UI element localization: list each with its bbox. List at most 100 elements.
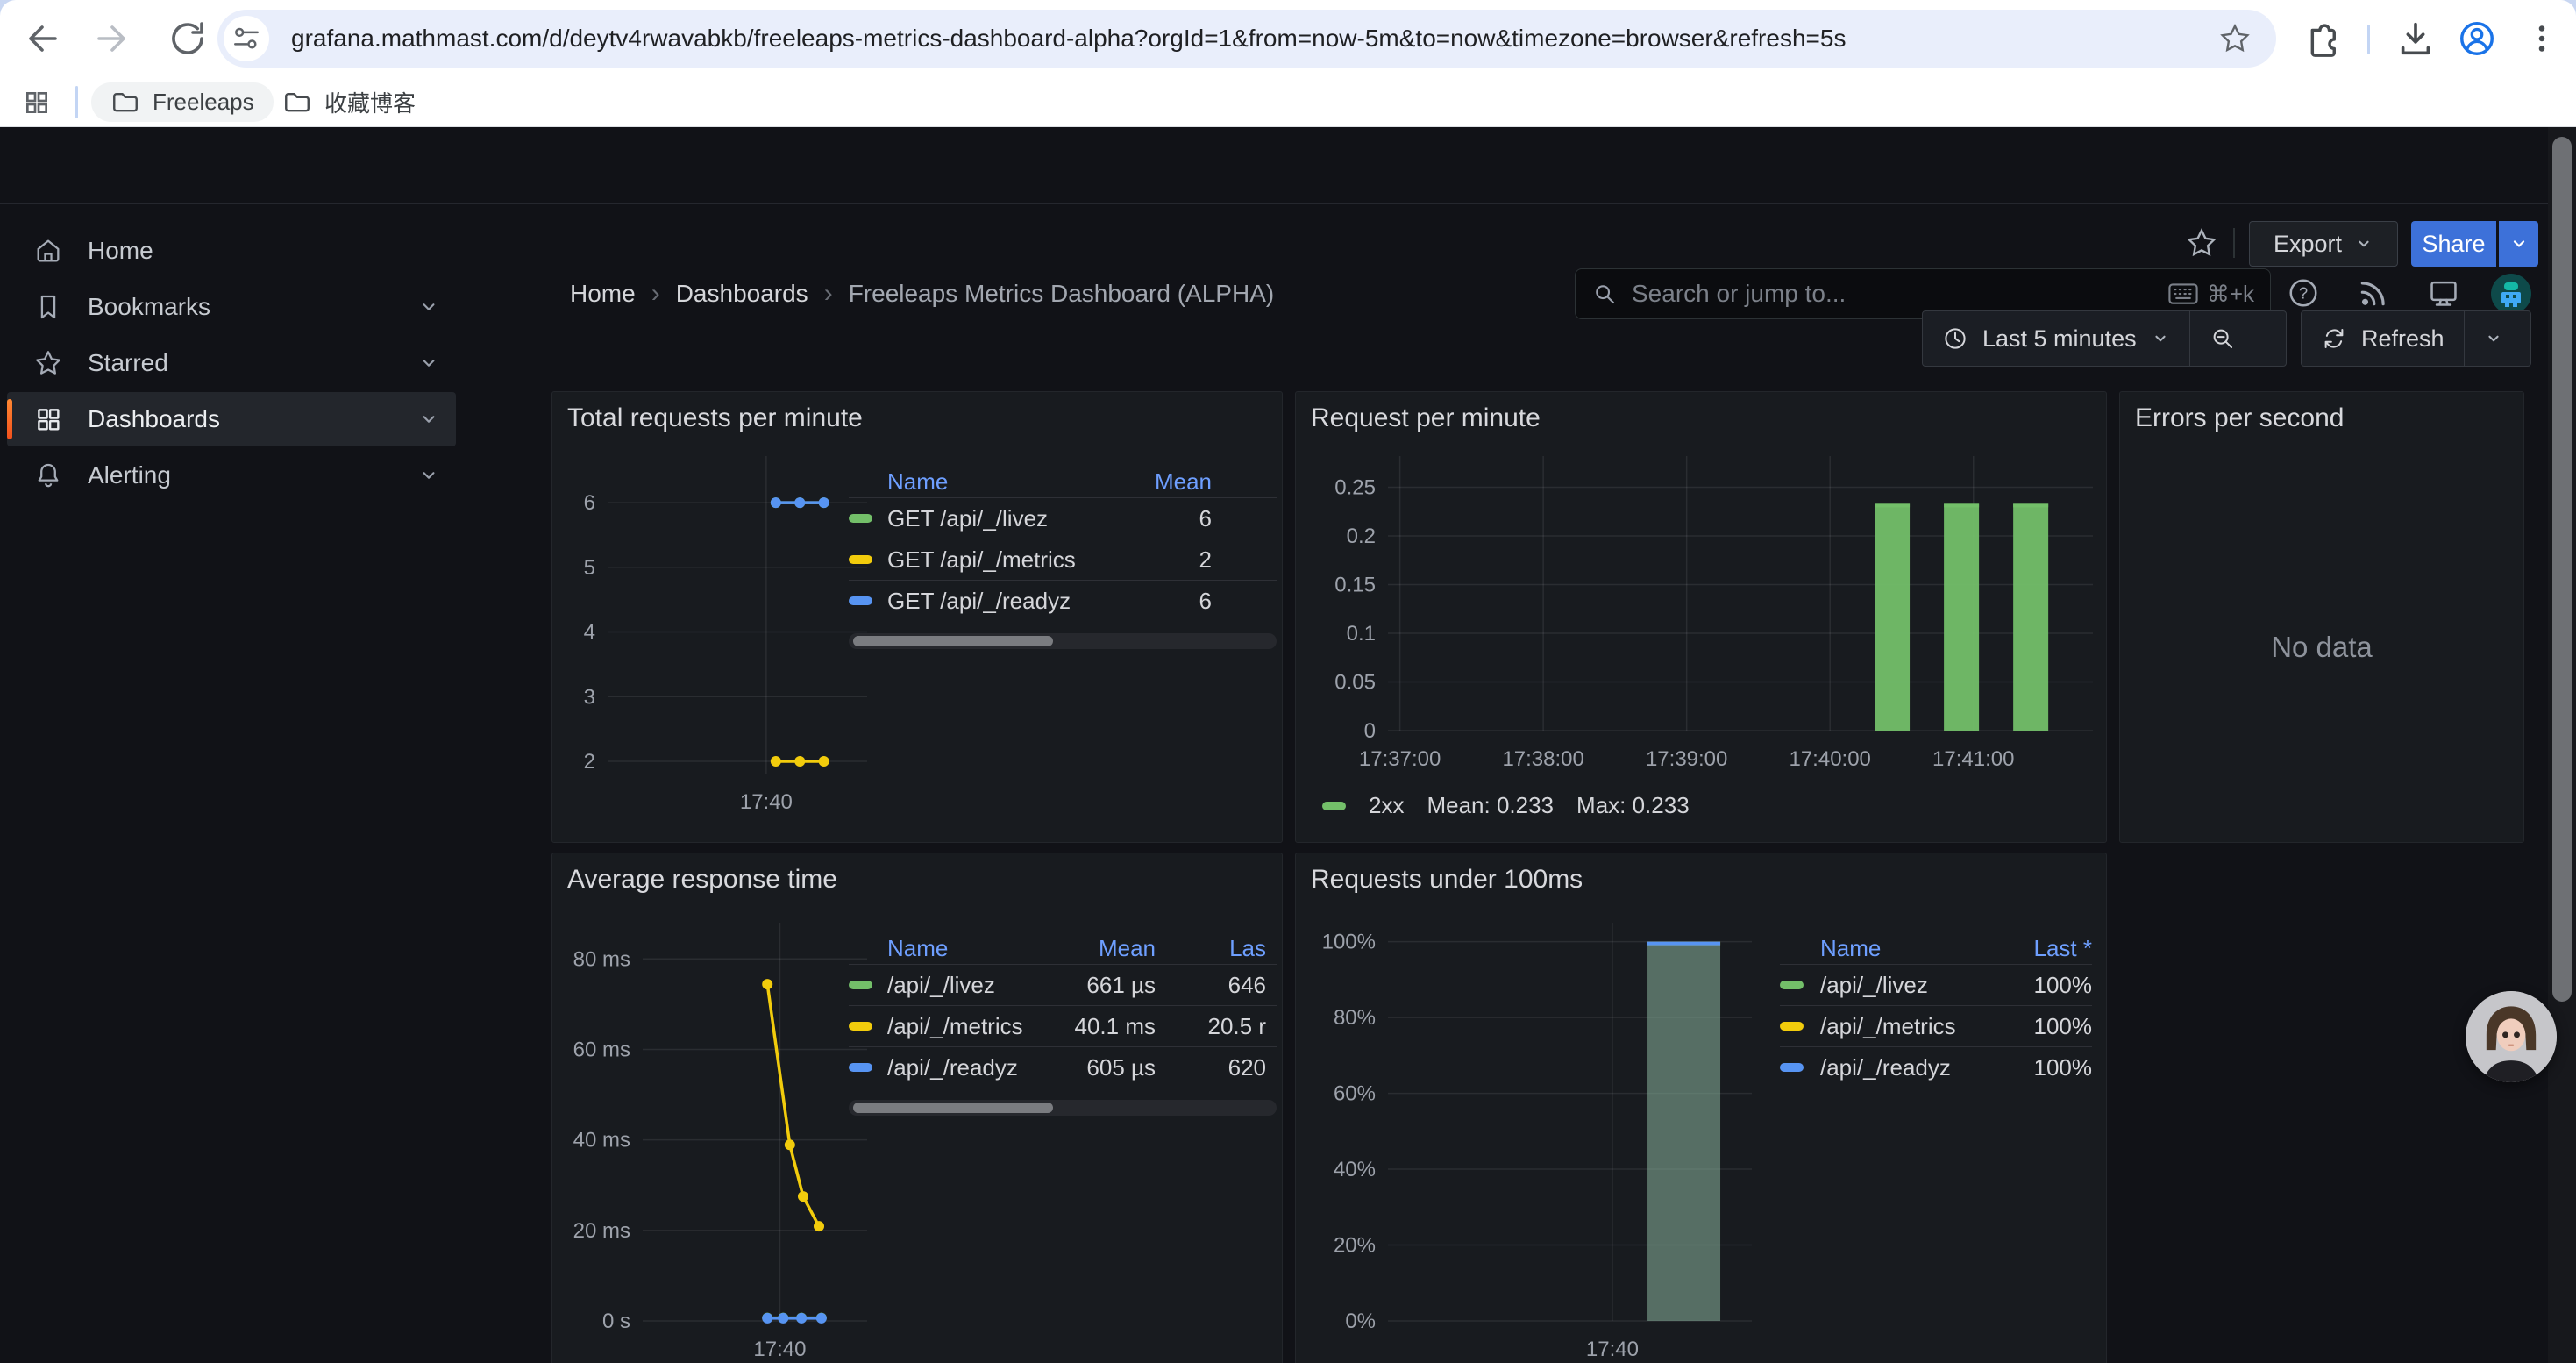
avatar-girl-illustration — [2466, 991, 2557, 1082]
refresh-interval-button[interactable] — [2465, 311, 2523, 366]
svg-text:17:39:00: 17:39:00 — [1646, 747, 1727, 771]
browser-menu-button[interactable] — [2522, 18, 2562, 59]
legend-table-total-requests: Name Mean GET /api/_/livez 6 GET /api/_/… — [849, 466, 1277, 621]
bookmark-folder-freeleaps[interactable]: Freeleaps — [91, 82, 274, 122]
series-name[interactable]: /api/_/livez — [887, 972, 1042, 999]
time-range-picker[interactable]: Last 5 minutes — [1923, 311, 2189, 366]
url-bar[interactable]: grafana.mathmast.com/d/deytv4rwavabkb/fr… — [217, 10, 2276, 68]
panel-errors-per-second[interactable]: Errors per second No data — [2119, 391, 2524, 843]
bookmark-star-button[interactable] — [2218, 22, 2252, 55]
news-button[interactable] — [2357, 276, 2390, 310]
back-button[interactable] — [19, 18, 61, 60]
floating-avatar[interactable] — [2466, 991, 2557, 1082]
series-color-pill[interactable] — [1780, 1022, 1804, 1031]
sidebar-label: Dashboards — [88, 405, 220, 433]
sidebar-item-dashboards[interactable]: Dashboards — [7, 392, 456, 446]
sidebar-item-starred[interactable]: Starred — [7, 336, 456, 390]
legend-col-last[interactable]: Last * — [1996, 935, 2092, 962]
dashboard-star-button[interactable] — [2185, 226, 2218, 260]
search-input[interactable] — [1630, 279, 2156, 309]
series-name[interactable]: GET /api/_/readyz — [887, 588, 1098, 615]
legend-col-name[interactable]: Name — [887, 935, 1042, 962]
svg-text:17:40: 17:40 — [1586, 1338, 1639, 1361]
sidebar-item-alerting[interactable]: Alerting — [7, 448, 456, 503]
share-button[interactable]: Share — [2411, 221, 2496, 267]
svg-text:17:38:00: 17:38:00 — [1502, 747, 1583, 771]
legend-request-per-minute: 2xx Mean: 0.233 Max: 0.233 — [1322, 792, 1690, 819]
sidebar-label: Alerting — [88, 461, 171, 489]
user-avatar-button[interactable] — [2490, 273, 2532, 315]
legend-scrollbar[interactable] — [849, 633, 1277, 649]
legend-row[interactable]: /api/_/metrics 100% — [1780, 1005, 2092, 1046]
breadcrumb-home[interactable]: Home — [570, 280, 636, 308]
legend-col-name[interactable]: Name — [1820, 935, 1996, 962]
legend-row[interactable]: GET /api/_/readyz 6 — [849, 580, 1277, 621]
export-button[interactable]: Export — [2249, 221, 2398, 267]
sidebar-item-home[interactable]: Home — [7, 224, 456, 278]
legend-col-mean[interactable]: Mean — [1098, 468, 1212, 496]
chart-requests-under-100ms[interactable]: 0%20%40%60%80%100%17:40 — [1321, 919, 1752, 1363]
chevron-down-icon[interactable] — [417, 296, 440, 318]
legend-row[interactable]: /api/_/livez 100% — [1780, 964, 2092, 1005]
series-name[interactable]: /api/_/readyz — [1820, 1054, 1996, 1081]
legend-row[interactable]: /api/_/readyz 605 µs 620 — [849, 1046, 1277, 1088]
series-color-pill[interactable] — [1780, 1063, 1804, 1072]
series-name[interactable]: /api/_/livez — [1820, 972, 1996, 999]
chevron-down-icon[interactable] — [417, 408, 440, 431]
profile-button[interactable] — [2457, 18, 2497, 59]
legend-row[interactable]: /api/_/livez 661 µs 646 — [849, 964, 1277, 1005]
legend-row[interactable]: /api/_/metrics 40.1 ms 20.5 r — [849, 1005, 1277, 1046]
share-menu-button[interactable] — [2499, 221, 2538, 267]
breadcrumb-dashboards[interactable]: Dashboards — [676, 280, 808, 308]
legend-scrollbar[interactable] — [849, 1100, 1277, 1116]
series-name[interactable]: /api/_/readyz — [887, 1054, 1042, 1081]
chevron-down-icon[interactable] — [417, 464, 440, 487]
series-color-pill[interactable] — [849, 596, 872, 605]
series-name[interactable]: GET /api/_/livez — [887, 505, 1098, 532]
series-color-pill[interactable] — [849, 514, 872, 523]
legend-row[interactable]: GET /api/_/livez 6 — [849, 497, 1277, 539]
legend-col-last[interactable]: Las — [1156, 935, 1277, 962]
refresh-button[interactable]: Refresh — [2302, 311, 2464, 366]
panel-title: Request per minute — [1311, 403, 1541, 433]
series-color-pill[interactable] — [849, 1063, 872, 1072]
zoom-out-button[interactable] — [2190, 311, 2255, 366]
legend-scrollbar-thumb[interactable] — [853, 1103, 1053, 1113]
downloads-button[interactable] — [2395, 18, 2436, 59]
url-text[interactable]: grafana.mathmast.com/d/deytv4rwavabkb/fr… — [291, 10, 2238, 68]
bookmark-folder-blogs[interactable]: 收藏博客 — [263, 82, 435, 122]
reload-button[interactable] — [167, 18, 209, 60]
chevron-down-icon[interactable] — [417, 352, 440, 375]
series-mean: 661 µs — [1042, 972, 1156, 999]
series-name[interactable]: /api/_/metrics — [1820, 1013, 1996, 1040]
forward-button[interactable] — [93, 18, 135, 60]
series-color-pill[interactable] — [1780, 981, 1804, 989]
help-button[interactable]: ? — [2287, 276, 2320, 310]
apps-button[interactable] — [23, 89, 51, 117]
legend-col-name[interactable]: Name — [887, 468, 1098, 496]
folder-icon — [110, 88, 140, 118]
kiosk-mode-button[interactable] — [2427, 276, 2460, 310]
sidebar-item-bookmarks[interactable]: Bookmarks — [7, 280, 456, 334]
legend-row[interactable]: GET /api/_/metrics 2 — [849, 539, 1277, 580]
series-mean: Mean: 0.233 — [1427, 792, 1554, 819]
legend-col-mean[interactable]: Mean — [1042, 935, 1156, 962]
svg-text:40 ms: 40 ms — [573, 1129, 630, 1152]
chart-request-per-minute[interactable]: 00.050.10.150.20.2517:37:0017:38:0017:39… — [1321, 453, 2093, 776]
extensions-button[interactable] — [2299, 18, 2339, 59]
series-color-pill[interactable] — [849, 1022, 872, 1031]
back-arrow-icon — [19, 18, 61, 60]
legend-scrollbar-thumb[interactable] — [853, 636, 1053, 646]
site-settings-button[interactable] — [224, 16, 269, 61]
legend-row[interactable]: /api/_/readyz 100% — [1780, 1046, 2092, 1088]
chart-average-response-time[interactable]: 0 s20 ms40 ms60 ms80 ms17:40 — [562, 919, 867, 1363]
series-name[interactable]: GET /api/_/metrics — [887, 546, 1098, 574]
series-name[interactable]: /api/_/metrics — [887, 1013, 1042, 1040]
series-color-pill[interactable] — [1322, 802, 1346, 810]
chart-total-requests[interactable]: 2345617:40 — [562, 453, 867, 819]
page-scrollbar-thumb[interactable] — [2552, 137, 2572, 1002]
series-last: 20.5 r — [1156, 1013, 1277, 1040]
series-name[interactable]: 2xx — [1369, 792, 1404, 819]
series-color-pill[interactable] — [849, 981, 872, 989]
series-color-pill[interactable] — [849, 555, 872, 564]
